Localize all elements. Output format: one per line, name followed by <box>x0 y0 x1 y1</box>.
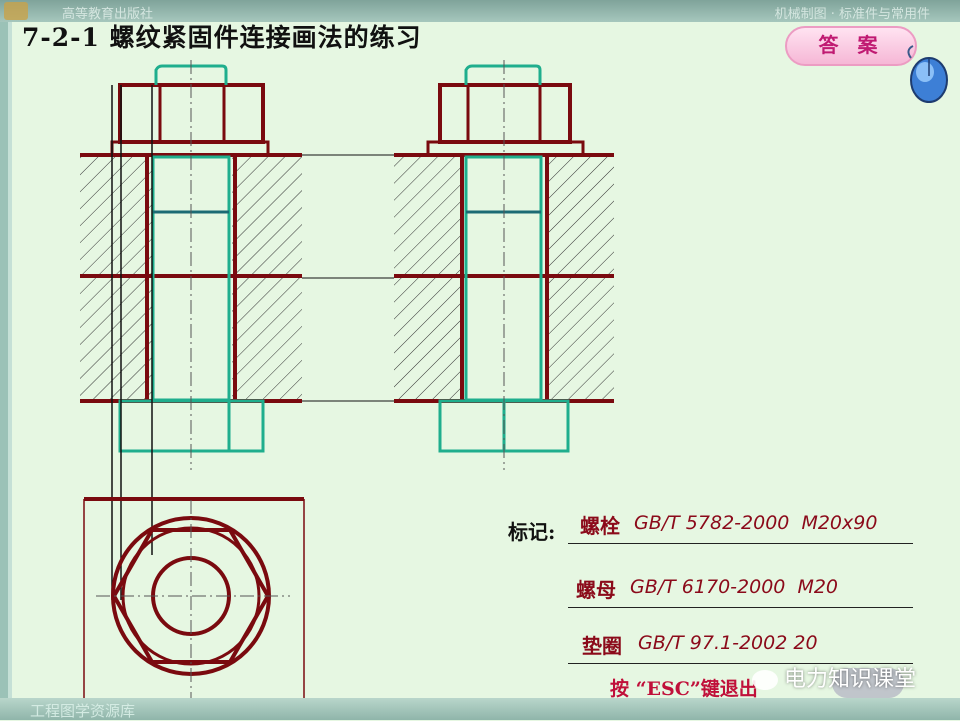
nut-underline <box>568 607 913 608</box>
washer-standard: GB/T 97.1-2002 20 <box>638 632 818 654</box>
library-name: 工程图学资源库 <box>30 702 136 720</box>
bolt-drawing <box>80 60 614 700</box>
esc-hint: 按 “ESC”键退出 <box>610 678 758 700</box>
marking-row-bolt: 螺栓 GB/T 5782-2000 M20x90 <box>568 508 913 544</box>
watermark: 电力知识课堂 <box>752 660 932 700</box>
marking-label: 标记: <box>508 520 556 544</box>
bolt-standard: GB/T 5782-2000 M20x90 <box>634 512 878 534</box>
left-hatch-right <box>232 157 302 400</box>
right-section-view <box>394 60 614 470</box>
watermark-text: 电力知识课堂 <box>784 667 917 692</box>
right-hatch-right <box>547 157 614 400</box>
footer-bar: 工程图学资源库 <box>0 698 960 720</box>
nut-name: 螺母 <box>576 578 616 602</box>
marking-row-washer: 垫圈 GB/T 97.1-2002 20 <box>568 628 913 664</box>
slide-frame: 高等教育出版社 机械制图 · 标准件与常用件 7-2-1 螺纹紧固件连接画法的练… <box>0 0 960 720</box>
right-hatch-left <box>394 157 462 400</box>
left-hatch-left <box>80 157 152 400</box>
nut-standard: GB/T 6170-2000 M20 <box>630 576 839 598</box>
bolt-name: 螺栓 <box>580 514 620 538</box>
bolt-underline <box>568 543 913 544</box>
wechat-icon <box>752 670 778 690</box>
marking-row-nut: 螺母 GB/T 6170-2000 M20 <box>568 572 913 608</box>
washer-name: 垫圈 <box>582 634 622 658</box>
right-nut <box>438 83 572 144</box>
right-bolt-end <box>464 64 542 85</box>
plan-view <box>83 497 305 700</box>
